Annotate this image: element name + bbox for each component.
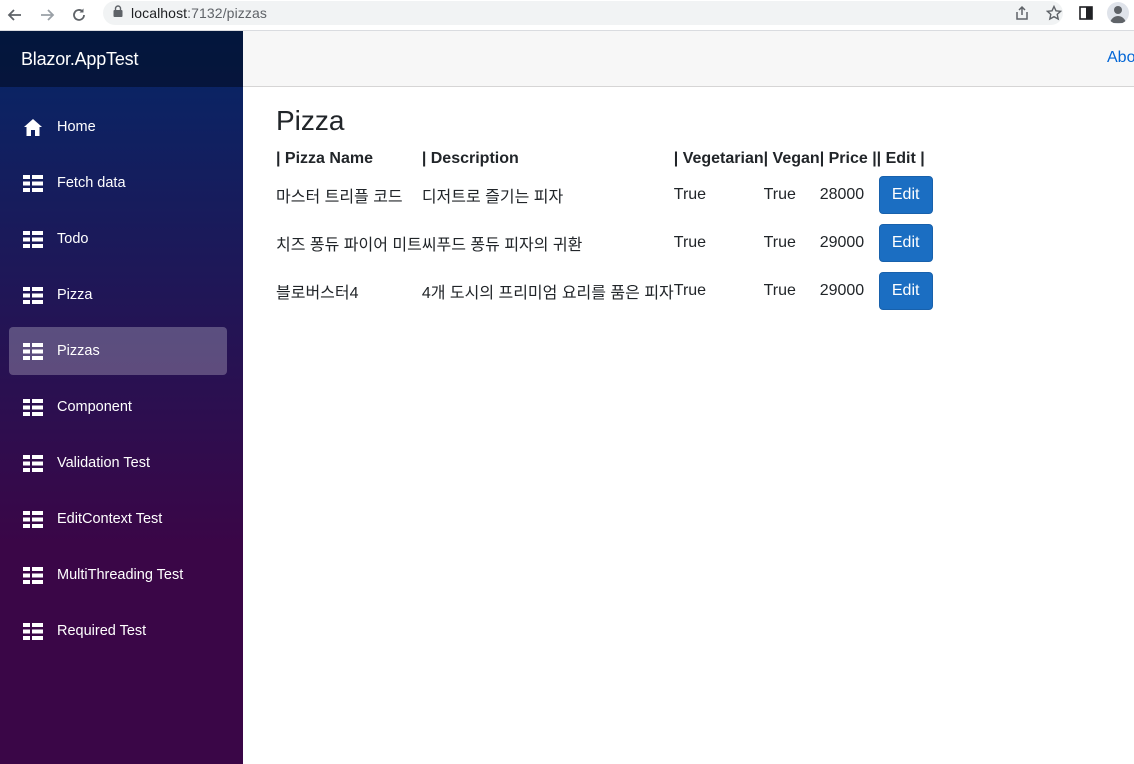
- sidebar-item-label: Required Test: [57, 623, 147, 639]
- cell-description: 4개 도시의 프리미엄 요리를 품은 피자: [421, 285, 674, 302]
- list-icon: [23, 453, 43, 473]
- sidebar-item-label: Component: [57, 399, 132, 415]
- url-text: localhost:7132/pizzas: [131, 5, 267, 21]
- sidebar-item-editcontext-test[interactable]: EditContext Test: [9, 495, 227, 543]
- list-icon: [23, 341, 43, 361]
- cell-vegan: True: [763, 282, 796, 299]
- cell-vegetarian: True: [673, 186, 707, 203]
- back-icon[interactable]: [4, 4, 26, 26]
- home-icon: [23, 117, 43, 137]
- list-icon: [23, 173, 43, 193]
- lock-icon: [113, 4, 123, 22]
- profile-avatar[interactable]: [1102, 0, 1134, 26]
- sidebar-nav: Home Fetch data Todo Pizza Pizzas Compon…: [0, 87, 243, 655]
- cell-edit: Edit: [877, 267, 933, 315]
- cell-vegetarian: True: [673, 234, 707, 251]
- cell-edit: Edit: [877, 219, 933, 267]
- list-icon: [23, 565, 43, 585]
- table-row: 치즈 퐁듀 파이어 미트 씨푸드 퐁듀 피자의 귀환 True True 290…: [276, 219, 933, 267]
- cell-pizza-name: 마스터 트리플 코드: [276, 189, 403, 206]
- sidebar-item-label: Fetch data: [57, 175, 126, 191]
- share-icon[interactable]: [1006, 0, 1038, 26]
- sidebar-item-fetch-data[interactable]: Fetch data: [9, 159, 227, 207]
- header-vegan: | Vegan: [763, 150, 820, 167]
- table-header-row: | Pizza Name | Description | Vegetarian …: [276, 147, 933, 171]
- sidebar: Blazor.AppTest Home Fetch data Todo Pizz…: [0, 31, 243, 764]
- url-path: :7132/pizzas: [187, 5, 267, 21]
- table-row: 마스터 트리플 코드 디저트로 즐기는 피자 True True 28000 E…: [276, 171, 933, 219]
- page-title: Pizza: [276, 105, 345, 136]
- sidebar-item-label: MultiThreading Test: [57, 567, 184, 583]
- sidebar-item-multithreading-test[interactable]: MultiThreading Test: [9, 551, 227, 599]
- edit-button[interactable]: Edit: [878, 224, 933, 262]
- sidebar-item-todo[interactable]: Todo: [9, 215, 227, 263]
- sidebar-item-required-test[interactable]: Required Test: [9, 607, 227, 655]
- side-panel-icon[interactable]: [1070, 0, 1102, 26]
- sidebar-item-label: Validation Test: [57, 455, 150, 471]
- sidebar-item-home[interactable]: Home: [9, 103, 227, 151]
- bookmark-star-icon[interactable]: [1038, 0, 1070, 26]
- list-icon: [23, 285, 43, 305]
- sidebar-item-label: Home: [57, 119, 96, 135]
- cell-description: 씨푸드 퐁듀 피자의 귀환: [421, 237, 583, 254]
- list-icon: [23, 509, 43, 529]
- sidebar-item-label: Todo: [57, 231, 89, 247]
- cell-vegan: True: [763, 186, 796, 203]
- address-bar[interactable]: localhost:7132/pizzas: [103, 1, 1063, 25]
- cell-vegetarian: True: [673, 282, 707, 299]
- header-pizza-name: | Pizza Name: [276, 150, 373, 167]
- sidebar-item-pizzas[interactable]: Pizzas: [9, 327, 227, 375]
- brand-bar: Blazor.AppTest: [0, 31, 243, 87]
- list-icon: [23, 229, 43, 249]
- sidebar-item-label: Pizzas: [57, 343, 100, 359]
- sidebar-item-validation-test[interactable]: Validation Test: [9, 439, 227, 487]
- brand-link[interactable]: Blazor.AppTest: [21, 49, 138, 70]
- browser-toolbar: localhost:7132/pizzas: [0, 0, 1134, 31]
- header-edit: | Edit |: [876, 150, 925, 167]
- profile-icon: [1107, 2, 1129, 24]
- sidebar-item-pizza[interactable]: Pizza: [9, 271, 227, 319]
- url-host: localhost: [131, 5, 188, 21]
- about-link[interactable]: About: [1107, 49, 1134, 67]
- forward-icon[interactable]: [36, 4, 58, 26]
- cell-price: 28000: [819, 186, 865, 203]
- list-icon: [23, 397, 43, 417]
- table-row: 블로버스터4 4개 도시의 프리미엄 요리를 품은 피자 True True 2…: [276, 267, 933, 315]
- header-vegetarian: | Vegetarian: [673, 150, 764, 167]
- top-row: About: [243, 31, 1134, 87]
- edit-button[interactable]: Edit: [878, 176, 933, 214]
- cell-price: 29000: [819, 234, 865, 251]
- cell-pizza-name: 치즈 퐁듀 파이어 미트: [276, 237, 422, 254]
- sidebar-item-label: Pizza: [57, 287, 93, 303]
- reload-icon[interactable]: [68, 4, 90, 26]
- cell-description: 디저트로 즐기는 피자: [421, 189, 564, 206]
- sidebar-item-label: EditContext Test: [57, 511, 163, 527]
- pizza-table: | Pizza Name | Description | Vegetarian …: [276, 147, 933, 315]
- cell-price: 29000: [819, 282, 865, 299]
- cell-edit: Edit: [877, 171, 933, 219]
- list-icon: [23, 621, 43, 641]
- header-description: | Description: [421, 150, 519, 167]
- cell-vegan: True: [763, 234, 796, 251]
- cell-pizza-name: 블로버스터4: [276, 285, 359, 302]
- edit-button[interactable]: Edit: [878, 272, 933, 310]
- header-price: | Price |: [819, 150, 877, 167]
- sidebar-item-component[interactable]: Component: [9, 383, 227, 431]
